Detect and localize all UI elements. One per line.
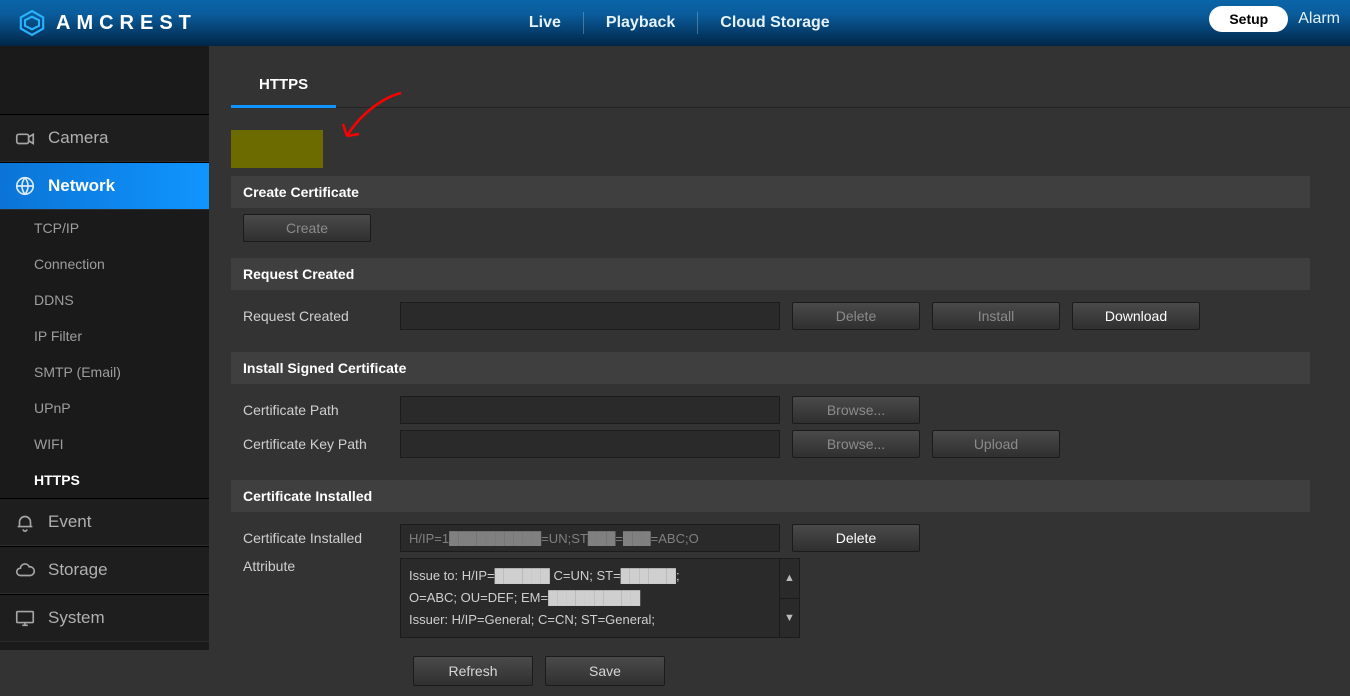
main-content: HTTPS Create Certificate Create Request …	[209, 46, 1350, 650]
sidebar-item-system[interactable]: System	[0, 594, 209, 642]
sidebar-item-label: System	[48, 608, 105, 628]
redacted-enable-toggle-area	[231, 130, 323, 168]
brand-logo-icon	[18, 9, 46, 37]
nav-live[interactable]: Live	[507, 12, 584, 34]
monitor-icon	[14, 607, 36, 629]
attribute-scrollbar: ▲ ▼	[780, 558, 800, 638]
label-key-path: Certificate Key Path	[243, 436, 388, 452]
label-cert-installed: Certificate Installed	[243, 530, 388, 546]
sidebar-sub-connection[interactable]: Connection	[0, 246, 209, 282]
cert-path-browse-button[interactable]: Browse...	[792, 396, 920, 424]
section-certificate-installed: Certificate Installed	[231, 480, 1310, 512]
request-install-button[interactable]: Install	[932, 302, 1060, 330]
nav-alarm[interactable]: Alarm	[1298, 10, 1344, 28]
cert-path-field[interactable]	[400, 396, 780, 424]
request-delete-button[interactable]: Delete	[792, 302, 920, 330]
create-button[interactable]: Create	[243, 214, 371, 242]
sidebar-spacer	[0, 46, 209, 114]
nav-playback[interactable]: Playback	[584, 12, 698, 34]
topbar-right: Setup Alarm	[1209, 6, 1344, 32]
sidebar-sub-ddns[interactable]: DDNS	[0, 282, 209, 318]
sidebar-item-camera[interactable]: Camera	[0, 114, 209, 162]
scroll-down-icon[interactable]: ▼	[780, 599, 799, 638]
sidebar-sub-https[interactable]: HTTPS	[0, 462, 209, 498]
sidebar-item-label: Event	[48, 512, 91, 532]
section-install-signed: Install Signed Certificate	[231, 352, 1310, 384]
sidebar-item-label: Camera	[48, 128, 108, 148]
sidebar-sub-ip-filter[interactable]: IP Filter	[0, 318, 209, 354]
brand-text: AMCREST	[56, 12, 197, 35]
cert-installed-field[interactable]	[400, 524, 780, 552]
setup-button[interactable]: Setup	[1209, 6, 1288, 32]
sidebar-item-event[interactable]: Event	[0, 498, 209, 546]
sidebar-item-storage[interactable]: Storage	[0, 546, 209, 594]
tab-row: HTTPS	[231, 64, 1350, 108]
sidebar-item-network[interactable]: Network	[0, 162, 209, 210]
section-request-created: Request Created	[231, 258, 1310, 290]
label-attribute: Attribute	[243, 558, 388, 574]
request-download-button[interactable]: Download	[1072, 302, 1200, 330]
sidebar-item-label: Storage	[48, 560, 108, 580]
attribute-textbox[interactable]: Issue to: H/IP=██████ C=UN; ST=██████; O…	[400, 558, 780, 638]
label-request-created: Request Created	[243, 308, 388, 324]
key-path-browse-button[interactable]: Browse...	[792, 430, 920, 458]
sidebar-sub-wifi[interactable]: WIFI	[0, 426, 209, 462]
camera-icon	[14, 127, 36, 149]
https-settings-panel: Create Certificate Create Request Create…	[231, 108, 1350, 696]
topbar: AMCREST Live Playback Cloud Storage Setu…	[0, 0, 1350, 46]
sidebar-sub-smtp[interactable]: SMTP (Email)	[0, 354, 209, 390]
upload-button[interactable]: Upload	[932, 430, 1060, 458]
sidebar: Camera Network TCP/IP Connection DDNS IP…	[0, 46, 209, 650]
scroll-up-icon[interactable]: ▲	[780, 559, 799, 599]
request-created-field[interactable]	[400, 302, 780, 330]
globe-icon	[14, 175, 36, 197]
sidebar-sub-tcpip[interactable]: TCP/IP	[0, 210, 209, 246]
top-navigation: Live Playback Cloud Storage	[507, 12, 852, 34]
nav-cloud-storage[interactable]: Cloud Storage	[698, 12, 851, 34]
refresh-button[interactable]: Refresh	[413, 656, 533, 686]
sidebar-sub-upnp[interactable]: UPnP	[0, 390, 209, 426]
bell-icon	[14, 511, 36, 533]
cert-installed-delete-button[interactable]: Delete	[792, 524, 920, 552]
tab-https[interactable]: HTTPS	[231, 64, 336, 108]
section-create-certificate: Create Certificate	[231, 176, 1310, 208]
save-button[interactable]: Save	[545, 656, 665, 686]
cloud-icon	[14, 559, 36, 581]
label-cert-path: Certificate Path	[243, 402, 388, 418]
brand-logo: AMCREST	[18, 9, 197, 37]
cert-key-path-field[interactable]	[400, 430, 780, 458]
sidebar-item-label: Network	[48, 176, 115, 196]
